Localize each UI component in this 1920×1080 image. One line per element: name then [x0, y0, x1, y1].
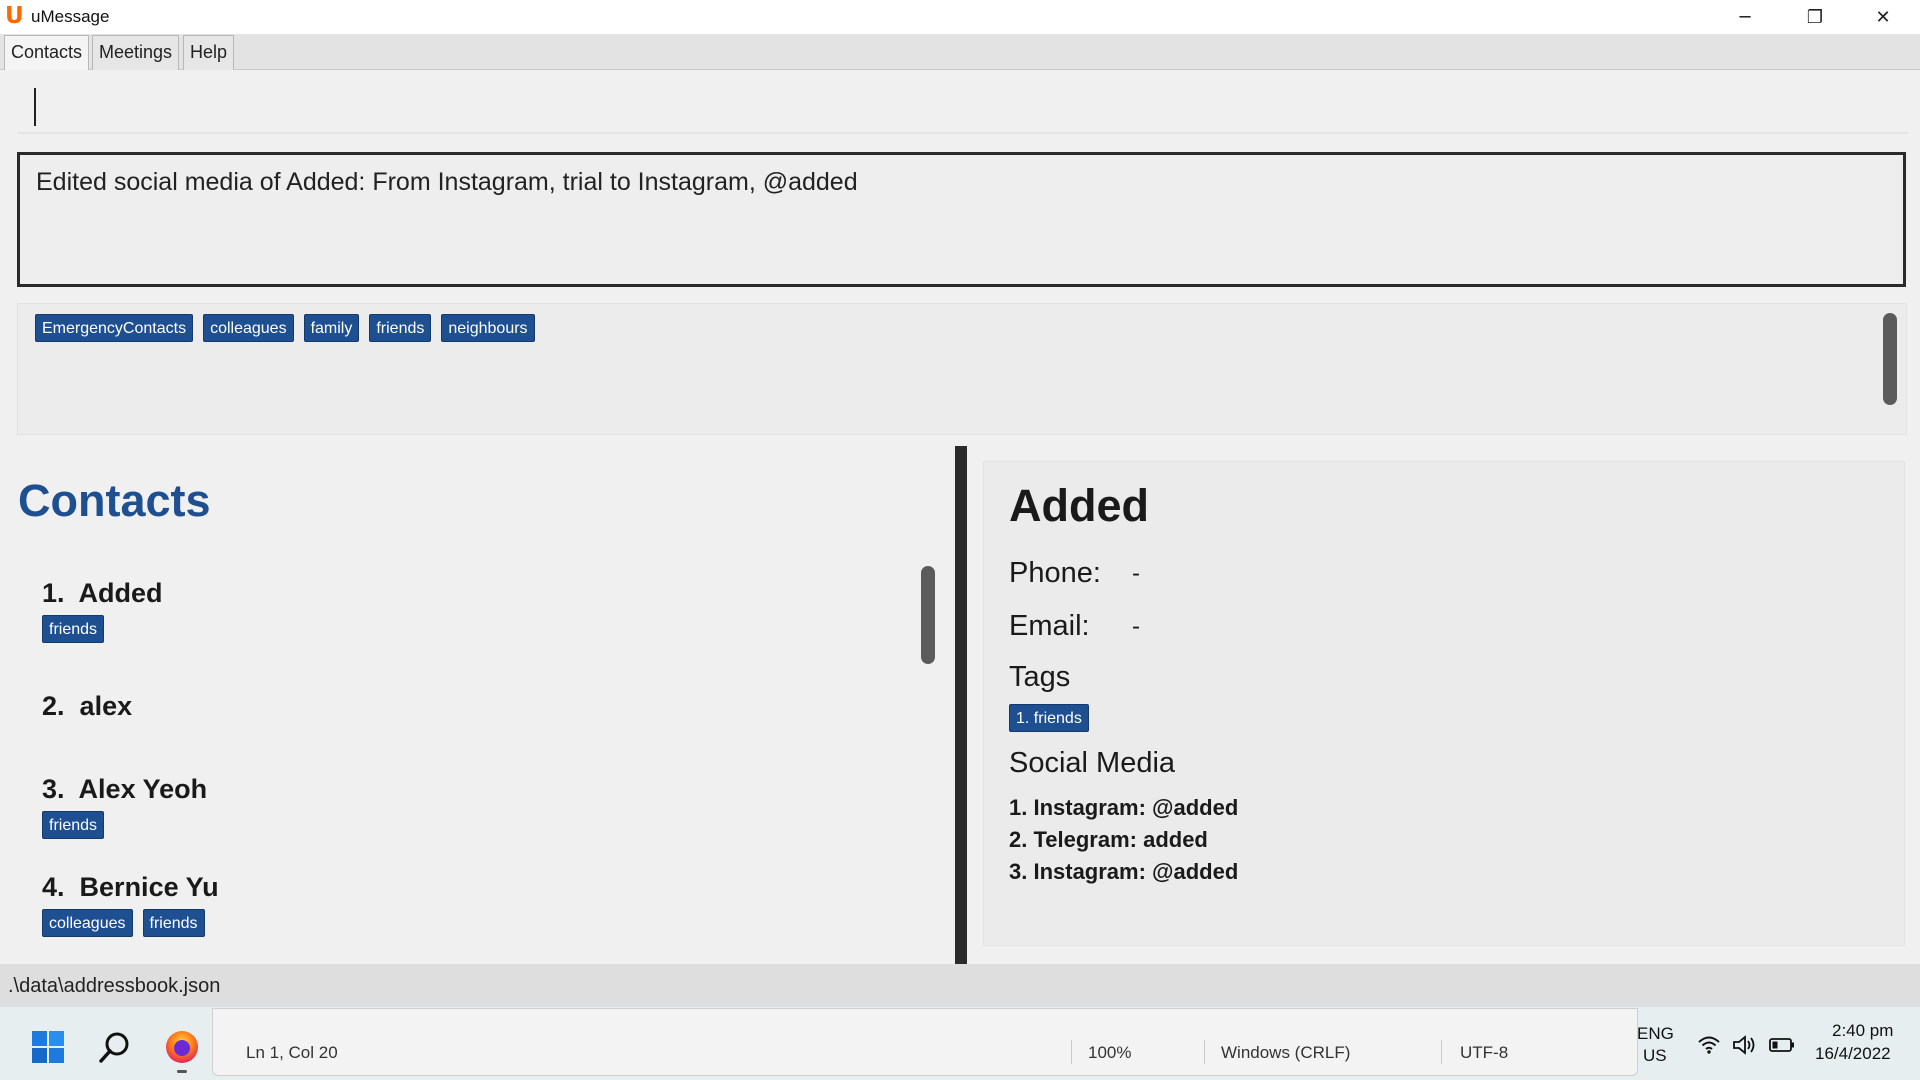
contact-name: 1. Added — [42, 578, 163, 608]
notepad-separator — [1071, 1040, 1072, 1064]
contact-tag: friends — [142, 909, 205, 937]
tab-meetings[interactable]: Meetings — [92, 35, 180, 70]
tag-filter-neighbours[interactable]: neighbours — [441, 314, 535, 342]
contact-name: 3. Alex Yeoh — [42, 774, 208, 804]
active-app-indicator — [177, 1070, 187, 1073]
language-region: US — [1643, 1046, 1667, 1065]
notepad-separator — [1204, 1040, 1205, 1064]
app-logo-icon: U — [5, 3, 24, 29]
maximize-button[interactable]: ❐ — [1780, 0, 1850, 34]
notepad-line-ending: Windows (CRLF) — [1221, 1043, 1351, 1062]
contact-card[interactable]: 4. Bernice Yu colleagues friends — [20, 849, 920, 949]
detail-email-label: Email: — [1009, 610, 1090, 642]
detail-tag-list: 1. friends — [1009, 704, 1089, 732]
contact-card[interactable]: 2. alex — [20, 668, 920, 738]
split-pane-divider[interactable] — [955, 446, 967, 964]
tag-panel-scrollbar[interactable] — [1883, 313, 1897, 405]
language-indicator[interactable]: ENG — [1637, 1024, 1674, 1044]
contact-tags: colleagues friends — [42, 909, 205, 937]
clock-time[interactable]: 2:40 pm — [1832, 1021, 1893, 1041]
firefox-icon[interactable] — [162, 1027, 202, 1067]
detail-social-item: 2. Telegram: added — [1009, 827, 1208, 852]
notepad-separator — [1441, 1040, 1442, 1064]
contact-tags: friends — [42, 615, 105, 643]
background-notepad-status-bar — [212, 1008, 1638, 1076]
contact-tag: colleagues — [42, 909, 133, 937]
battery-icon[interactable] — [1768, 1033, 1796, 1057]
detail-phone-value: - — [1132, 560, 1140, 587]
clock-date[interactable]: 16/4/2022 — [1815, 1044, 1891, 1064]
text-caret — [34, 88, 36, 126]
contact-list-scrollbar[interactable] — [921, 566, 935, 664]
close-button[interactable]: ✕ — [1848, 0, 1918, 34]
search-icon[interactable] — [97, 1029, 133, 1065]
tag-filter-emergency-contacts[interactable]: EmergencyContacts — [35, 314, 194, 342]
detail-social-label: Social Media — [1009, 747, 1176, 779]
windows-start-icon[interactable] — [30, 1029, 66, 1065]
contact-card[interactable]: 3. Alex Yeoh friends — [20, 751, 920, 851]
contact-tag: friends — [42, 811, 105, 839]
data-file-path: .\data\addressbook.json — [8, 975, 221, 997]
contact-name: 2. alex — [42, 691, 133, 721]
contact-name: 4. Bernice Yu — [42, 872, 219, 902]
menu-bar: Contacts Meetings Help — [0, 34, 1920, 70]
tag-filter-list: EmergencyContacts colleagues family frie… — [35, 314, 535, 342]
contact-card[interactable]: 1. Added friends — [20, 555, 920, 655]
tag-filter-colleagues[interactable]: colleagues — [203, 314, 294, 342]
minimize-button[interactable]: ─ — [1710, 0, 1780, 34]
volume-icon[interactable] — [1732, 1033, 1758, 1057]
detail-email-value: - — [1132, 613, 1140, 640]
contacts-heading: Contacts — [18, 475, 211, 526]
detail-tags-label: Tags — [1009, 661, 1071, 693]
contact-detail-panel: Added Phone: - Email: - Tags 1. friends … — [983, 461, 1905, 946]
tab-help[interactable]: Help — [183, 35, 235, 70]
notepad-cursor-position: Ln 1, Col 20 — [246, 1043, 338, 1062]
detail-phone-label: Phone: — [1009, 557, 1101, 589]
notepad-zoom: 100% — [1088, 1043, 1132, 1062]
tag-filter-friends[interactable]: friends — [369, 314, 432, 342]
tab-contacts[interactable]: Contacts — [4, 35, 90, 70]
command-input[interactable] — [18, 76, 1908, 134]
detail-tag: 1. friends — [1009, 704, 1089, 732]
detail-social-item: 1. Instagram: @added — [1009, 795, 1239, 820]
notepad-encoding: UTF-8 — [1460, 1043, 1509, 1062]
result-message: Edited social media of Added: From Insta… — [36, 168, 858, 196]
contact-tags: friends — [42, 811, 105, 839]
tag-filter-panel: EmergencyContacts colleagues family frie… — [17, 303, 1907, 435]
contact-list[interactable]: 1. Added friends 2. alex 3. Alex Yeoh fr… — [20, 555, 940, 960]
contact-tag: friends — [42, 615, 105, 643]
wifi-icon[interactable] — [1697, 1033, 1721, 1057]
window-title: uMessage — [31, 7, 110, 26]
result-display: Edited social media of Added: From Insta… — [17, 152, 1906, 287]
detail-social-item: 3. Instagram: @added — [1009, 859, 1239, 884]
tag-filter-family[interactable]: family — [303, 314, 360, 342]
detail-name: Added — [1009, 480, 1149, 531]
title-bar: U uMessage ─ ❐ ✕ — [0, 0, 1920, 34]
status-bar: .\data\addressbook.json — [0, 964, 1920, 1007]
